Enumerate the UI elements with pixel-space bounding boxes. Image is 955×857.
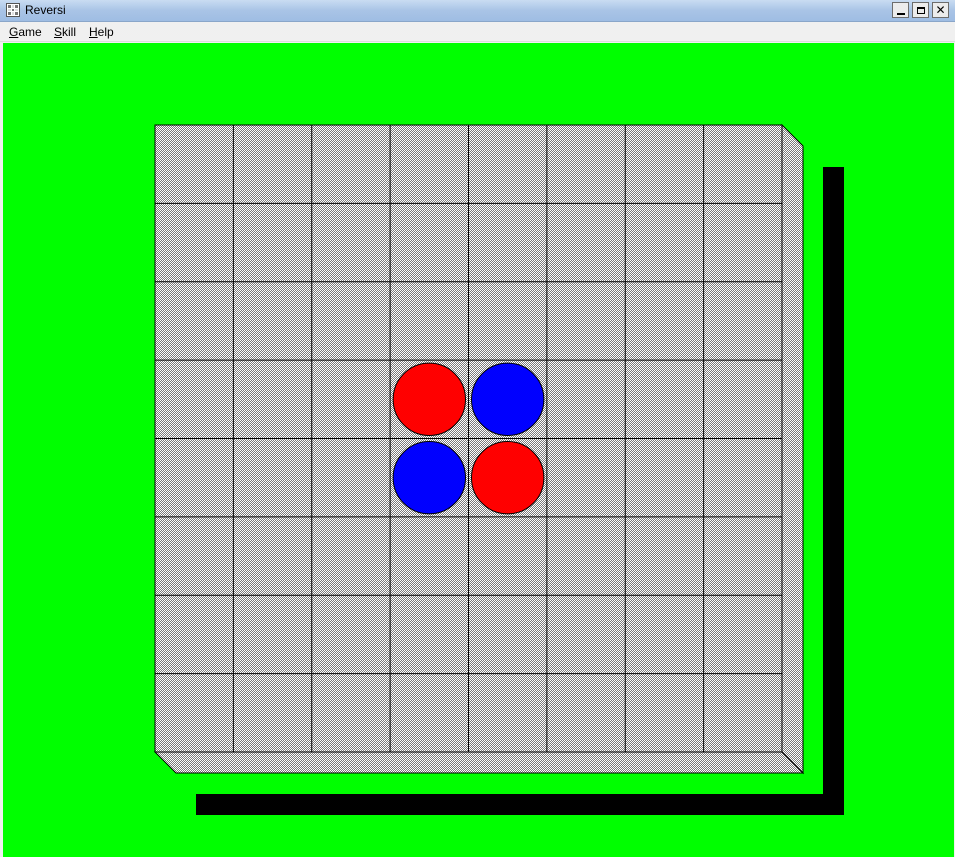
board-cell[interactable] xyxy=(312,125,390,203)
board-cell[interactable] xyxy=(547,282,625,360)
board-cell[interactable] xyxy=(155,595,233,673)
board-cell[interactable] xyxy=(390,203,468,281)
board-cell[interactable] xyxy=(469,282,547,360)
board-cell[interactable] xyxy=(704,282,782,360)
board-cell[interactable] xyxy=(547,517,625,595)
board-cell[interactable] xyxy=(155,360,233,438)
board-cell[interactable] xyxy=(704,595,782,673)
board-cell[interactable] xyxy=(233,203,311,281)
board-cell[interactable] xyxy=(155,282,233,360)
board-cell[interactable] xyxy=(233,595,311,673)
board-cell[interactable] xyxy=(233,282,311,360)
board-cell[interactable] xyxy=(390,674,468,752)
board-cell[interactable] xyxy=(469,203,547,281)
board-cell[interactable] xyxy=(547,203,625,281)
board-cell[interactable] xyxy=(625,360,703,438)
board-cell[interactable] xyxy=(704,360,782,438)
board-cell[interactable] xyxy=(547,595,625,673)
board-cell[interactable] xyxy=(704,674,782,752)
board-cell[interactable] xyxy=(233,674,311,752)
board-cell[interactable] xyxy=(625,674,703,752)
blue-piece xyxy=(471,362,545,436)
board-cell[interactable] xyxy=(625,125,703,203)
red-piece xyxy=(471,441,545,515)
red-piece xyxy=(392,362,466,436)
board-cell[interactable] xyxy=(469,674,547,752)
board-cell[interactable] xyxy=(625,282,703,360)
board-cell[interactable] xyxy=(233,439,311,517)
board-cell[interactable] xyxy=(469,595,547,673)
board-cell[interactable] xyxy=(547,674,625,752)
blue-piece xyxy=(392,441,466,515)
board-cell[interactable] xyxy=(390,125,468,203)
board-cell[interactable] xyxy=(704,517,782,595)
reversi-board[interactable] xyxy=(0,0,955,857)
board-cell[interactable] xyxy=(625,517,703,595)
board-cell[interactable] xyxy=(155,203,233,281)
board-cell[interactable] xyxy=(155,125,233,203)
board-cell[interactable] xyxy=(312,595,390,673)
board-cell[interactable] xyxy=(547,439,625,517)
board-cell[interactable] xyxy=(312,439,390,517)
board-bevel-right xyxy=(781,123,804,775)
board-cell[interactable] xyxy=(312,360,390,438)
board-cell[interactable] xyxy=(390,595,468,673)
board-cell[interactable] xyxy=(155,674,233,752)
board-cell[interactable] xyxy=(312,282,390,360)
board-cell[interactable] xyxy=(155,517,233,595)
board-cell[interactable] xyxy=(233,360,311,438)
board-cell[interactable] xyxy=(469,125,547,203)
board-cell[interactable] xyxy=(233,125,311,203)
board-cell[interactable] xyxy=(233,517,311,595)
board-cell[interactable] xyxy=(312,517,390,595)
board-cell[interactable] xyxy=(155,439,233,517)
board-cell[interactable] xyxy=(625,595,703,673)
board-cell[interactable] xyxy=(390,517,468,595)
board-cell[interactable] xyxy=(704,203,782,281)
board-cell[interactable] xyxy=(547,125,625,203)
board-cell[interactable] xyxy=(390,282,468,360)
board-cell[interactable] xyxy=(625,203,703,281)
board-bevel-bottom xyxy=(153,751,805,774)
board-cell[interactable] xyxy=(547,360,625,438)
board-cell[interactable] xyxy=(469,517,547,595)
board-cell[interactable] xyxy=(704,125,782,203)
board-cell[interactable] xyxy=(625,439,703,517)
board-cell[interactable] xyxy=(312,203,390,281)
board-cell[interactable] xyxy=(704,439,782,517)
board-cell[interactable] xyxy=(312,674,390,752)
